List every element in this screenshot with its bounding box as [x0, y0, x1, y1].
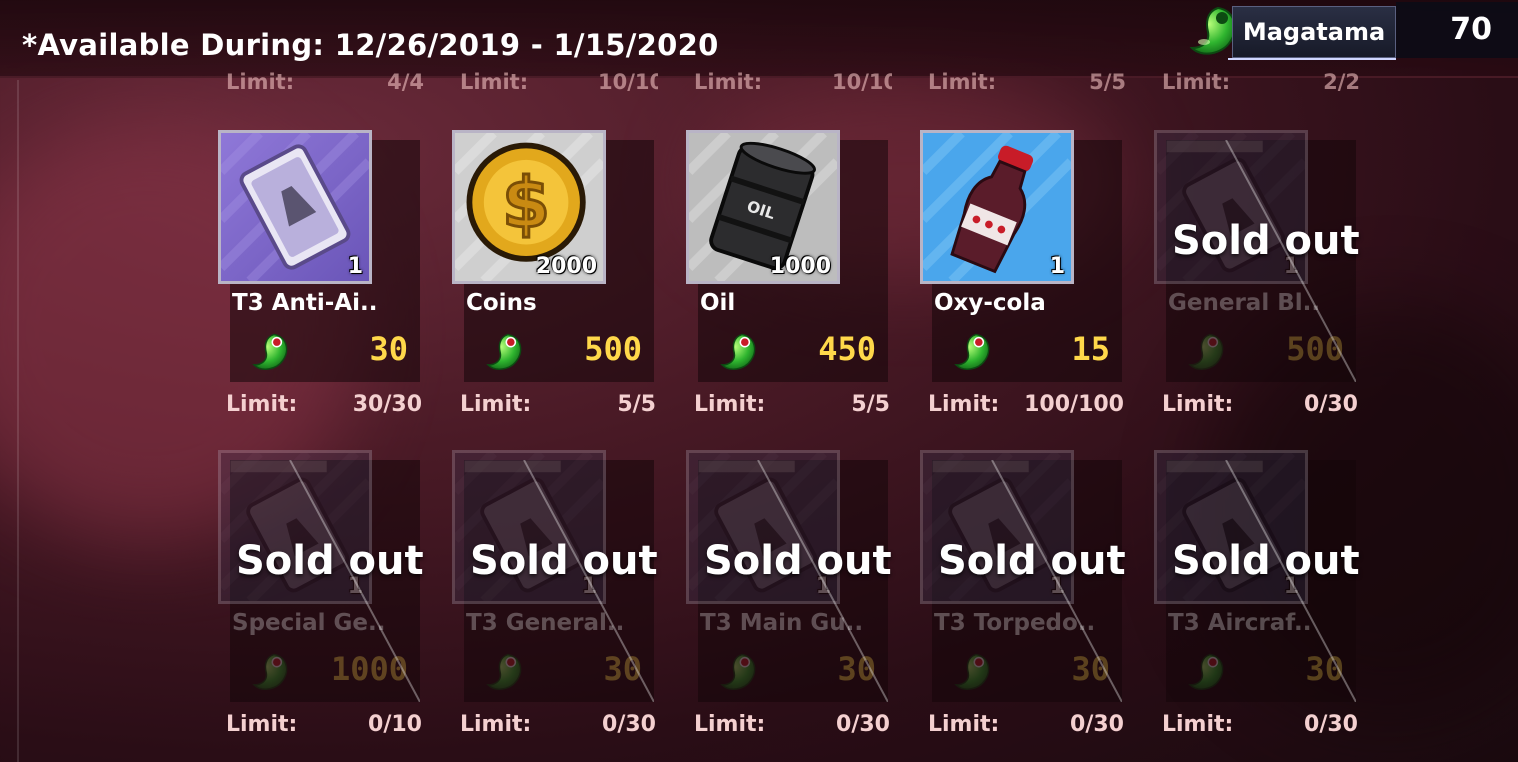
limit-label: Limit:: [226, 392, 298, 417]
limit-label: Limit:: [460, 712, 532, 737]
limit-value: 0/10: [368, 712, 422, 737]
top-row-limit-value: 2/2: [1323, 70, 1360, 94]
shop-item-card[interactable]: 1 T3 Anti-Ai.. 30 Limit: 30/30: [218, 130, 422, 430]
item-quantity: 2000: [535, 254, 597, 279]
top-row-limit-label: Limit:: [226, 70, 295, 94]
limit-value: 30/30: [352, 392, 422, 417]
sold-out-label: Sold out: [1172, 538, 1360, 584]
limit-value: 100/100: [1024, 392, 1124, 417]
limit-value: 0/30: [602, 712, 656, 737]
shop-item-card[interactable]: 1 T3 Aircraf.. 30 Sold out Limit: 0/30: [1154, 450, 1360, 750]
item-price: 450: [818, 330, 876, 368]
limit-label: Limit:: [928, 392, 1000, 417]
item-name: T3 Anti-Ai..: [232, 290, 378, 316]
magatama-icon: [482, 330, 526, 374]
shop-item-card[interactable]: $ 2000 Coins 500 Limit: 5/5: [452, 130, 656, 430]
magatama-icon: [950, 330, 994, 374]
shop-item-card[interactable]: 1 T3 Main Gu.. 30 Sold out Limit: 0/30: [686, 450, 892, 750]
top-row-limit-value: 10/10: [598, 70, 658, 94]
aa-gun-blueprint-icon[interactable]: 1: [218, 130, 372, 284]
item-price: 15: [1071, 330, 1110, 368]
limit-value: 0/30: [1304, 712, 1358, 737]
item-name: Oil: [700, 290, 736, 316]
sold-out-label: Sold out: [236, 538, 424, 584]
shop-item-card[interactable]: 1 Oxy-cola 15 Limit: 100/100: [920, 130, 1124, 430]
item-name: Coins: [466, 290, 537, 316]
top-row-limit-value: 10/10: [832, 70, 892, 94]
limit-label: Limit:: [694, 712, 766, 737]
top-row-limit-label: Limit:: [460, 70, 529, 94]
currency-underline: [1228, 58, 1396, 60]
svg-text:$: $: [502, 164, 550, 244]
shop-item-card[interactable]: 1 T3 General.. 30 Sold out Limit: 0/30: [452, 450, 658, 750]
divider: [17, 80, 19, 762]
top-row-limit-label: Limit:: [928, 70, 997, 94]
limit-value: 0/30: [836, 712, 890, 737]
oxy-cola-bottle-icon[interactable]: 1: [920, 130, 1074, 284]
oil-barrel-icon[interactable]: OIL 1000: [686, 130, 840, 284]
top-row-limit-label: Limit:: [1162, 70, 1231, 94]
limit-label: Limit:: [928, 712, 1000, 737]
limit-label: Limit:: [226, 712, 298, 737]
sold-out-label: Sold out: [704, 538, 892, 584]
magatama-icon: [716, 330, 760, 374]
limit-value: 0/30: [1304, 392, 1358, 417]
currency-amount: 70: [1396, 2, 1518, 58]
limit-value: 0/30: [1070, 712, 1124, 737]
item-price: 500: [584, 330, 642, 368]
shop-item-card[interactable]: OIL 1000 Oil 450 Limit: 5/5: [686, 130, 890, 430]
item-quantity: 1: [1049, 254, 1065, 279]
item-quantity: 1000: [769, 254, 831, 279]
limit-label: Limit:: [1162, 712, 1234, 737]
currency-name: Magatama: [1232, 6, 1396, 58]
shop-item-card[interactable]: 1 Special Ge.. 1000 Sold out Limit: 0/10: [218, 450, 424, 750]
sold-out-label: Sold out: [938, 538, 1126, 584]
limit-label: Limit:: [1162, 392, 1234, 417]
sold-out-label: Sold out: [1172, 218, 1360, 264]
item-quantity: 1: [347, 254, 363, 279]
limit-value: 5/5: [617, 392, 656, 417]
limit-label: Limit:: [460, 392, 532, 417]
magatama-icon: [248, 330, 292, 374]
shop-item-card[interactable]: 1 General Bl.. 500 Sold out Limit: 0/30: [1154, 130, 1360, 430]
top-row-limit-label: Limit:: [694, 70, 763, 94]
item-price: 30: [369, 330, 408, 368]
gold-coin-icon[interactable]: $ 2000: [452, 130, 606, 284]
availability-period: *Available During: 12/26/2019 - 1/15/202…: [22, 28, 719, 62]
limit-label: Limit:: [694, 392, 766, 417]
top-row-limit-value: 4/4: [387, 70, 424, 94]
item-name: Oxy-cola: [934, 290, 1046, 316]
shop-item-card[interactable]: 1 T3 Torpedo.. 30 Sold out Limit: 0/30: [920, 450, 1126, 750]
sold-out-label: Sold out: [470, 538, 658, 584]
limit-value: 5/5: [851, 392, 890, 417]
top-row-limit-value: 5/5: [1089, 70, 1126, 94]
